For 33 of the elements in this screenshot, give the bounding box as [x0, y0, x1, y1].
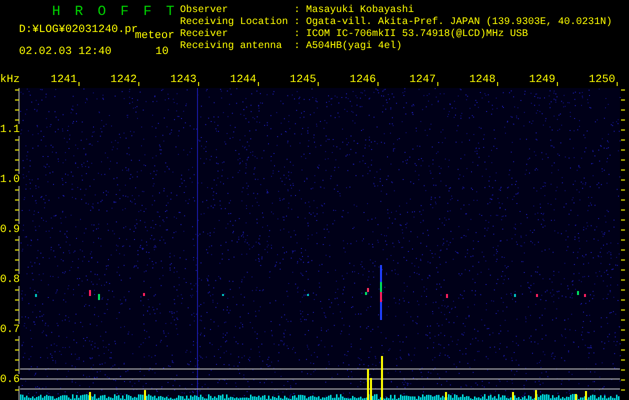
x-axis-label: 1249 [528, 74, 556, 86]
info-value: ICOM IC-706mkII 53.74918(@LCD)MHz USB [306, 29, 528, 40]
app-title: H R O F F T [52, 4, 178, 20]
info-label: Receiving antenna [180, 41, 284, 53]
info-value: Ogata-vill. Akita-Pref. JAPAN (139.9303E, 40.0231N) [306, 17, 612, 28]
y-axis-label: 1.1 [0, 124, 20, 136]
x-axis-label: 1243 [169, 74, 197, 86]
x-axis-label: 1245 [288, 74, 316, 86]
info-separator: : [294, 5, 300, 17]
x-axis-label: 1242 [109, 74, 137, 86]
info-separator: : [294, 17, 300, 29]
x-axis-label: 1244 [228, 74, 256, 86]
info-separator: : [294, 41, 300, 53]
y-axis-label: 0.7 [0, 324, 20, 336]
x-axis-label: 1248 [468, 74, 496, 86]
info-separator: : [294, 29, 300, 41]
mode-label: meteor [134, 30, 174, 42]
y-axis-label: 1.0 [0, 174, 20, 186]
x-axis-label: 1250 [588, 74, 616, 86]
info-label: Observer [180, 5, 230, 16]
x-axis-label: 1247 [408, 74, 436, 86]
info-label: Receiving Location [180, 17, 290, 28]
y-axis-label: 0.9 [0, 224, 20, 236]
info-value: Masayuki Kobayashi [306, 5, 414, 16]
y-axis-label: 0.8 [0, 274, 20, 286]
date-time: 02.02.03 12:40 [19, 46, 112, 58]
count-value: 10 [155, 46, 169, 58]
y-axis-label: 0.6 [0, 374, 20, 386]
axis-unit: kHz [0, 74, 20, 86]
info-value: A504HB(yagi 4el) [306, 41, 402, 53]
x-axis-label: 1246 [348, 74, 376, 86]
x-axis-label: 1241 [50, 74, 77, 86]
info-label: Receiver [180, 29, 230, 40]
